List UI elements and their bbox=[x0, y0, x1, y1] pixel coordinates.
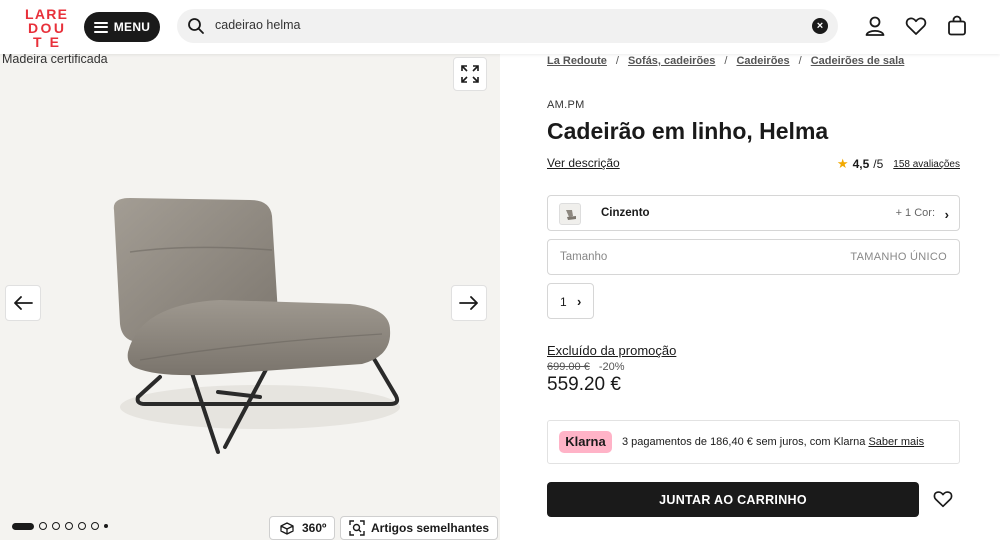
next-image-button[interactable] bbox=[451, 285, 487, 321]
la-redoute-logo[interactable]: LARE DOU TE bbox=[24, 5, 68, 49]
heart-icon[interactable] bbox=[904, 14, 928, 38]
breadcrumb-sofas[interactable]: Sofás, cadeirões bbox=[628, 55, 715, 67]
rating-score: 4,5 bbox=[852, 157, 870, 171]
klarna-logo: Klarna bbox=[559, 431, 612, 453]
view-360-button[interactable]: 360º bbox=[269, 516, 336, 540]
star-icon: ★ bbox=[836, 156, 849, 171]
add-to-cart-button[interactable]: JUNTAR AO CARRINHO bbox=[547, 482, 919, 517]
klarna-message: 3 pagamentos de 186,40 € sem juros, com … bbox=[622, 436, 866, 448]
old-price-row: 699.00 € -20% bbox=[547, 361, 625, 373]
view-description-link[interactable]: Ver descrição bbox=[547, 156, 620, 170]
old-price: 699.00 € bbox=[547, 361, 590, 373]
size-selector[interactable]: Tamanho TAMANHO ÚNICO bbox=[547, 239, 960, 275]
gallery-pagination[interactable] bbox=[12, 522, 108, 530]
expand-icon bbox=[461, 65, 479, 83]
product-rating[interactable]: ★ 4,5 /5 158 avaliações bbox=[837, 156, 960, 172]
chevron-right-icon: › bbox=[577, 294, 582, 309]
account-icon[interactable] bbox=[863, 14, 887, 38]
reviews-link[interactable]: 158 avaliações bbox=[893, 159, 960, 170]
klarna-text: 3 pagamentos de 186,40 € sem juros, com … bbox=[622, 436, 924, 448]
arrow-left-icon bbox=[14, 296, 33, 310]
search-icon[interactable] bbox=[187, 17, 205, 35]
gallery-dot-active[interactable] bbox=[12, 522, 34, 530]
gallery-dot[interactable] bbox=[78, 522, 86, 530]
gallery-dot[interactable] bbox=[65, 522, 73, 530]
quantity-selector[interactable]: 1 › bbox=[547, 283, 594, 319]
color-selector[interactable]: Cinzento + 1 Cor: › bbox=[547, 195, 960, 231]
klarna-learn-more-link[interactable]: Saber mais bbox=[868, 436, 924, 448]
color-name: Cinzento bbox=[601, 207, 650, 219]
quantity-value: 1 bbox=[560, 295, 567, 309]
certified-wood-badge: Madeira certificada bbox=[2, 54, 108, 66]
wishlist-heart-icon[interactable] bbox=[932, 488, 954, 510]
gallery-dot-more[interactable] bbox=[104, 524, 108, 528]
menu-button[interactable]: MENU bbox=[84, 12, 160, 42]
gallery-dot[interactable] bbox=[91, 522, 99, 530]
gallery-dot[interactable] bbox=[52, 522, 60, 530]
size-label: Tamanho bbox=[560, 251, 608, 263]
size-value: TAMANHO ÚNICO bbox=[850, 251, 947, 263]
hamburger-icon bbox=[93, 21, 108, 33]
chevron-right-icon: › bbox=[944, 207, 949, 222]
breadcrumb-home[interactable]: La Redoute bbox=[547, 55, 607, 67]
breadcrumb-armchairs[interactable]: Cadeirões bbox=[736, 55, 789, 67]
menu-label: MENU bbox=[113, 20, 151, 34]
clear-icon[interactable]: × bbox=[812, 18, 828, 34]
search-bar[interactable]: cadeirao helma × bbox=[177, 9, 838, 43]
current-price: 559.20 € bbox=[547, 374, 621, 395]
previous-image-button[interactable] bbox=[5, 285, 41, 321]
color-swatch-thumbnail bbox=[559, 203, 581, 225]
promotion-exclusion-note[interactable]: Excluído da promoção bbox=[547, 343, 676, 358]
rating-out-of: /5 bbox=[873, 157, 884, 171]
visual-search-icon bbox=[349, 520, 365, 536]
product-image-armchair bbox=[113, 198, 400, 454]
view-360-label: 360º bbox=[302, 521, 327, 535]
similar-items-button[interactable]: Artigos semelhantes bbox=[340, 516, 499, 540]
site-header: LARE DOU TE MENU cadeirao helma × bbox=[0, 0, 1000, 54]
bag-icon[interactable] bbox=[945, 14, 969, 38]
rotate-360-icon bbox=[280, 522, 294, 535]
more-colors: + 1 Cor: bbox=[895, 207, 935, 219]
product-gallery[interactable]: Madeira certificada 360º Artigos semelha… bbox=[0, 54, 500, 540]
discount-badge: -20% bbox=[598, 361, 625, 373]
arrow-right-icon bbox=[459, 296, 478, 310]
similar-items-label: Artigos semelhantes bbox=[371, 521, 490, 535]
fullscreen-button[interactable] bbox=[453, 57, 487, 91]
product-brand[interactable]: AM.PM bbox=[547, 99, 585, 111]
breadcrumb-living-armchairs[interactable]: Cadeirões de sala bbox=[811, 55, 905, 67]
gallery-dot[interactable] bbox=[39, 522, 47, 530]
klarna-banner: Klarna 3 pagamentos de 186,40 € sem juro… bbox=[547, 420, 960, 464]
product-title: Cadeirão em linho, Helma bbox=[547, 118, 829, 144]
search-input[interactable]: cadeirao helma bbox=[215, 18, 300, 32]
breadcrumb: La Redoute / Sofás, cadeirões / Cadeirõe… bbox=[547, 55, 905, 67]
